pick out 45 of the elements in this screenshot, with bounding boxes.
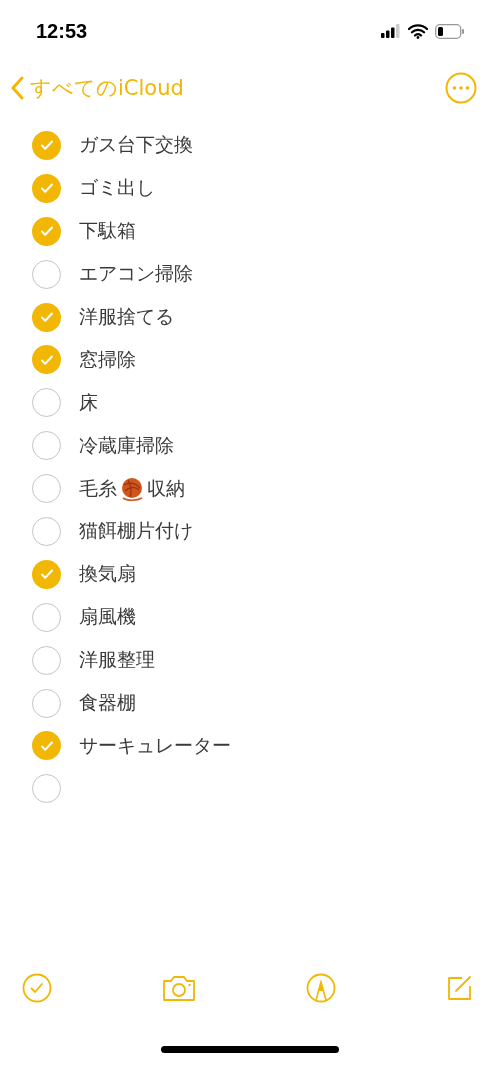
checkbox[interactable] <box>32 559 61 589</box>
markup-button[interactable] <box>306 973 336 1003</box>
chevron-left-icon <box>10 76 24 100</box>
checklist-item-text: 床 <box>79 389 98 415</box>
checkbox[interactable] <box>32 516 61 546</box>
yarn-ball-icon <box>119 475 145 502</box>
more-button[interactable] <box>445 72 477 104</box>
checklist-item-text: 換気扇 <box>79 561 136 587</box>
checklist-item-text: 洋服整理 <box>79 647 155 673</box>
checkbox[interactable] <box>32 731 61 761</box>
checklist-item-text: 毛糸 <box>79 475 117 501</box>
checklist-item-text: 冷蔵庫掃除 <box>79 432 174 458</box>
status-time: 12:53 <box>36 19 88 43</box>
checkbox[interactable] <box>32 345 61 375</box>
back-button[interactable]: すべてのiCloud <box>10 74 184 102</box>
checkbox[interactable] <box>32 302 61 332</box>
checkbox[interactable] <box>32 259 61 289</box>
checklist-item-text: 窓掃除 <box>79 346 136 372</box>
compose-button[interactable] <box>445 974 473 1002</box>
more-icon <box>445 72 477 104</box>
checklist-item-text: エアコン掃除 <box>79 261 193 287</box>
checkbox[interactable] <box>32 688 61 718</box>
checklist-button[interactable] <box>22 973 52 1003</box>
checklist-item-text: 猫餌棚片付け <box>79 518 193 544</box>
checkbox[interactable] <box>32 774 61 804</box>
checklist-item-text: ゴミ出し <box>79 175 155 201</box>
battery-icon <box>435 23 465 39</box>
checkbox[interactable] <box>32 602 61 632</box>
checklist-item-text: ガス台下交換 <box>79 132 193 158</box>
checklist-item-text: 下駄箱 <box>79 218 136 244</box>
wifi-icon <box>408 23 428 39</box>
checklist-item-text: 扇風機 <box>79 604 136 630</box>
checkbox[interactable] <box>32 388 61 418</box>
checkbox[interactable] <box>32 431 61 461</box>
checkbox[interactable] <box>32 474 61 504</box>
checkbox[interactable] <box>32 173 61 203</box>
checkbox[interactable] <box>32 645 61 675</box>
checkbox[interactable] <box>32 216 61 246</box>
checklist-item-text: 洋服捨てる <box>79 304 174 329</box>
checklist-item-text: 収納 <box>147 475 185 501</box>
checklist-item-text: サーキュレーター <box>79 732 231 758</box>
camera-button[interactable] <box>161 974 197 1002</box>
signal-icon <box>381 24 401 38</box>
checklist-item-text: 食器棚 <box>79 690 136 715</box>
checkbox[interactable] <box>32 130 61 160</box>
